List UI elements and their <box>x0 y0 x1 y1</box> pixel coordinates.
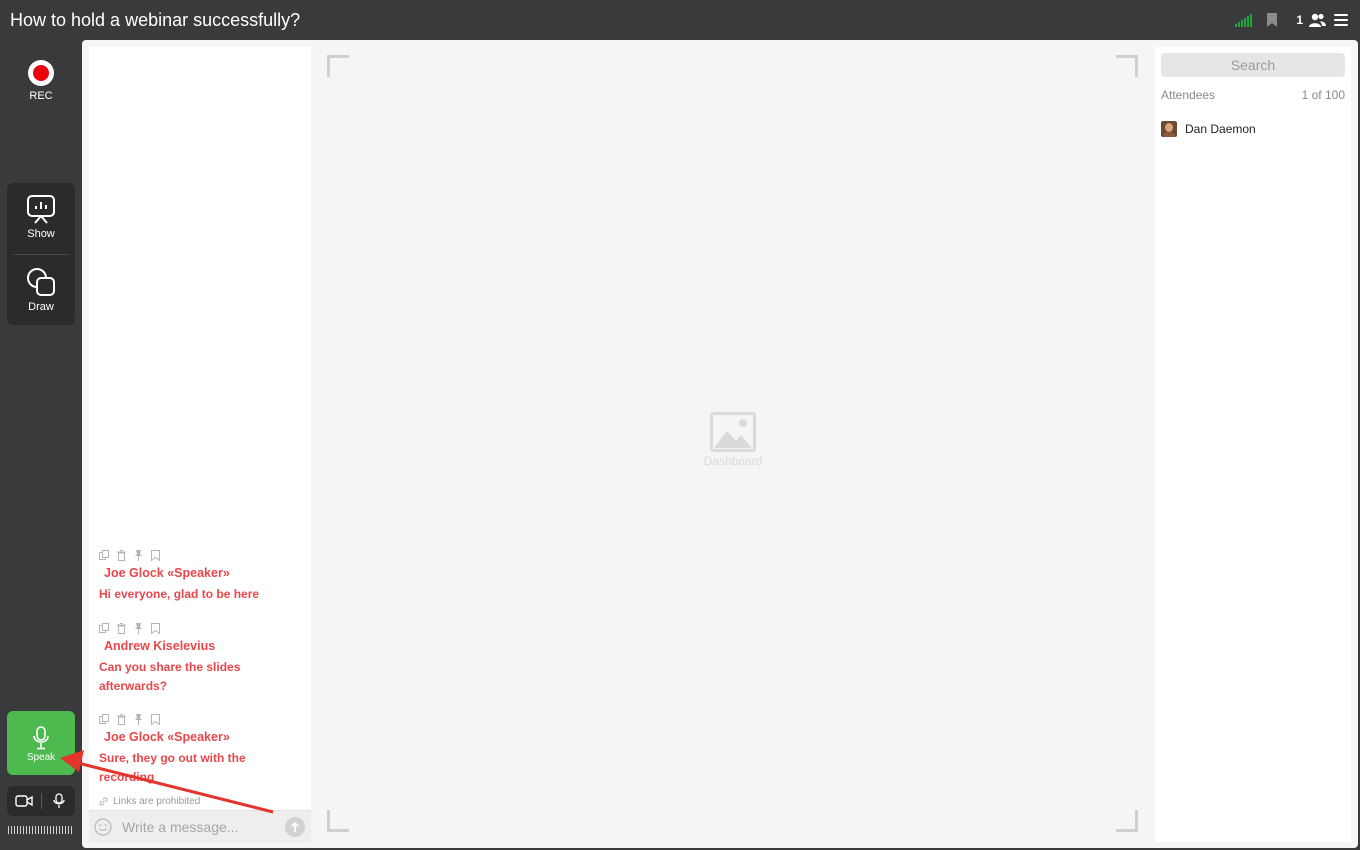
chat-message: Joe Glock «Speaker» Hi everyone, glad to… <box>99 549 304 604</box>
attendees-label: Attendees <box>1161 88 1216 102</box>
dashboard-placeholder: Dashboard <box>688 412 778 468</box>
message-actions <box>99 713 304 726</box>
dashboard-area: Dashboard <box>316 47 1150 842</box>
image-placeholder-icon <box>710 412 756 452</box>
dashboard-label: Dashboard <box>703 454 763 468</box>
presentation-icon <box>27 195 55 224</box>
copy-icon[interactable] <box>99 623 110 634</box>
top-bar: How to hold a webinar successfully? 1 <box>0 0 1360 40</box>
speak-button[interactable]: Speak <box>7 711 75 775</box>
copy-icon[interactable] <box>99 714 110 725</box>
avatar <box>1161 121 1177 137</box>
pin-icon[interactable] <box>133 714 144 725</box>
message-input[interactable] <box>122 817 272 837</box>
audio-level-meter <box>8 826 74 834</box>
chat-message: Andrew Kiselevius Can you share the slid… <box>99 622 304 696</box>
arrow-up-icon <box>290 821 300 832</box>
message-actions <box>99 622 304 635</box>
top-bar-controls: 1 <box>1235 12 1348 28</box>
record-button[interactable]: REC <box>14 60 68 102</box>
attendee-count: 1 <box>1296 13 1303 27</box>
record-icon <box>28 60 54 86</box>
hamburger-menu-icon[interactable] <box>1334 14 1348 26</box>
message-actions <box>99 549 304 562</box>
pin-icon[interactable] <box>133 623 144 634</box>
bookmark-icon[interactable] <box>1266 13 1278 27</box>
attendee-name: Dan Daemon <box>1185 122 1256 136</box>
message-text: Hi everyone, glad to be here <box>99 587 260 601</box>
show-button[interactable]: Show <box>7 194 75 240</box>
links-note-text: Links are prohibited <box>113 796 201 807</box>
show-label: Show <box>27 228 55 240</box>
message-author: Joe Glock «Speaker» <box>104 566 230 580</box>
message-author: Andrew Kiselevius <box>104 639 216 653</box>
draw-label: Draw <box>28 301 54 313</box>
camera-icon[interactable] <box>15 794 33 808</box>
send-button[interactable] <box>285 817 305 837</box>
draw-button[interactable]: Draw <box>7 267 75 313</box>
fullscreen-corner <box>1116 55 1138 77</box>
attendees-panel: Attendees 1 of 100 Dan Daemon <box>1155 47 1351 842</box>
microphone-icon <box>33 726 49 750</box>
bookmark-message-icon[interactable] <box>150 623 161 634</box>
attendee-item[interactable]: Dan Daemon <box>1161 121 1256 137</box>
shapes-icon <box>27 268 55 296</box>
trash-icon[interactable] <box>116 623 127 634</box>
copy-icon[interactable] <box>99 550 110 561</box>
link-icon <box>99 797 108 806</box>
tools-panel: Show Draw <box>7 183 75 325</box>
chat-message: Joe Glock «Speaker» Sure, they go out wi… <box>99 713 304 787</box>
record-label: REC <box>29 90 53 102</box>
microphone-small-icon[interactable] <box>52 793 66 809</box>
bookmark-message-icon[interactable] <box>150 550 161 561</box>
pin-icon[interactable] <box>133 550 144 561</box>
message-text: Sure, they go out with the recording <box>99 751 246 784</box>
trash-icon[interactable] <box>116 714 127 725</box>
links-prohibited-note: Links are prohibited <box>99 796 200 807</box>
fullscreen-corner <box>327 55 349 77</box>
attendees-range: 1 of 100 <box>1301 88 1345 102</box>
fullscreen-corner <box>1116 810 1138 832</box>
message-text: Can you share the slides afterwards? <box>99 660 241 693</box>
speak-label: Speak <box>26 752 56 763</box>
signal-strength-icon <box>1235 13 1253 27</box>
people-icon[interactable] <box>1309 13 1326 27</box>
media-controls <box>7 786 75 816</box>
emoji-icon[interactable] <box>94 818 112 836</box>
chat-panel: Joe Glock «Speaker» Hi everyone, glad to… <box>89 47 311 842</box>
fullscreen-corner <box>327 810 349 832</box>
message-author: Joe Glock «Speaker» <box>104 730 230 744</box>
trash-icon[interactable] <box>116 550 127 561</box>
attendee-search-input[interactable] <box>1161 53 1345 77</box>
bookmark-message-icon[interactable] <box>150 714 161 725</box>
message-composer <box>89 810 311 842</box>
webinar-title: How to hold a webinar successfully? <box>10 10 301 30</box>
